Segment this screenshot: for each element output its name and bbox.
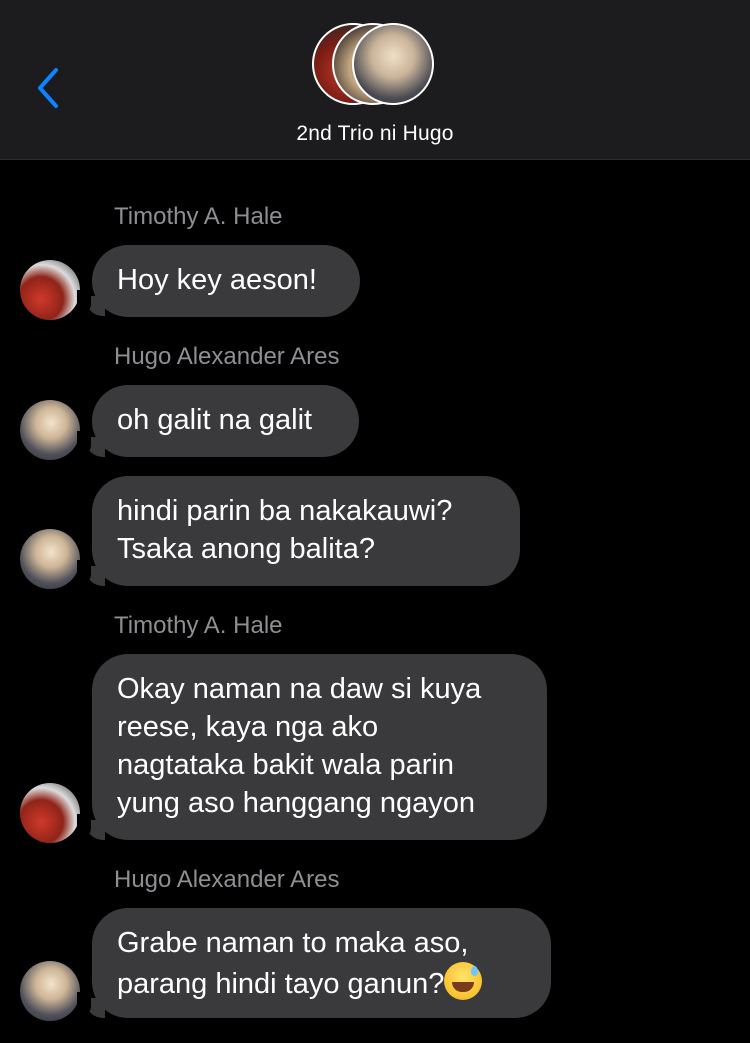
message-text: Grabe naman to maka aso, xyxy=(117,927,469,959)
message-text: parang hindi tayo ganun? xyxy=(117,968,445,1000)
chevron-left-icon xyxy=(38,68,58,108)
avatar[interactable] xyxy=(20,260,80,320)
message-text: hindi parin ba nakakauwi? xyxy=(117,495,453,527)
message-text: Okay naman na daw si kuya xyxy=(117,673,482,705)
message-bubble[interactable]: hindi parin ba nakakauwi? Tsaka anong ba… xyxy=(92,476,520,586)
message-text: reese, kaya nga ako xyxy=(117,711,379,743)
message-text: yung aso hanggang ngayon xyxy=(117,787,475,819)
message-text-with-emoji: parang hindi tayo ganun? xyxy=(117,962,526,1003)
message-text: oh galit na galit xyxy=(117,404,313,436)
sender-name: Hugo Alexander Ares xyxy=(114,866,340,893)
group-title[interactable]: 2nd Trio ni Hugo xyxy=(0,122,750,146)
avatar[interactable] xyxy=(20,783,80,843)
sender-name: Hugo Alexander Ares xyxy=(114,343,340,370)
grinning-face-with-sweat-icon xyxy=(444,962,483,1000)
message-text: nagtataka bakit wala parin xyxy=(117,749,454,781)
message-bubble[interactable]: oh galit na galit xyxy=(92,385,359,457)
avatar[interactable] xyxy=(20,400,80,460)
message-text: Hoy key aeson! xyxy=(117,264,317,296)
chat-header: 2nd Trio ni Hugo xyxy=(0,0,750,160)
sender-name: Timothy A. Hale xyxy=(114,612,283,639)
sender-name: Timothy A. Hale xyxy=(114,203,283,230)
avatar[interactable] xyxy=(20,529,80,589)
avatar xyxy=(352,23,434,105)
avatar[interactable] xyxy=(20,961,80,1021)
back-button[interactable] xyxy=(30,64,66,112)
message-bubble[interactable]: Okay naman na daw si kuya reese, kaya ng… xyxy=(92,654,547,840)
message-bubble[interactable]: Hoy key aeson! xyxy=(92,245,360,317)
message-bubble[interactable]: Grabe naman to maka aso, parang hindi ta… xyxy=(92,908,551,1018)
message-text: Tsaka anong balita? xyxy=(117,533,375,565)
group-avatar-stack[interactable] xyxy=(312,23,442,109)
